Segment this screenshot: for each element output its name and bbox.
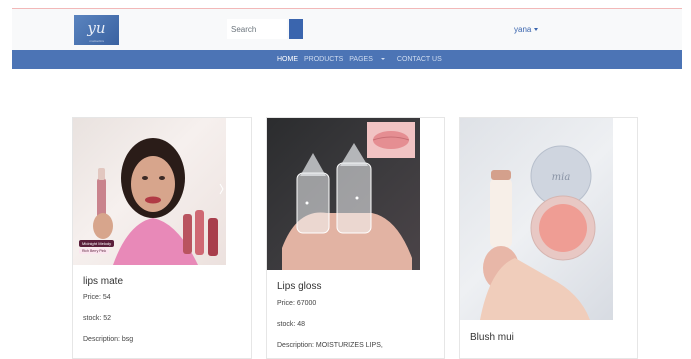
nav-products[interactable]: PRODUCTS [304,56,343,63]
main-navbar: HOME PRODUCTS PAGES CONTACT US [12,50,682,69]
product-stock: stock: 48 [277,321,306,328]
nav-pages[interactable]: PAGES [349,56,391,63]
product-stock: stock: 52 [83,315,112,322]
product-card[interactable]: Lips gloss Price: 67000 stock: 48 Descri… [266,117,445,359]
product-price: Price: 67000 [277,300,317,307]
chevron-down-icon [380,58,385,60]
image-badge: Midnight Melody [79,240,115,247]
user-name: yana [514,25,532,34]
chevron-down-icon [534,28,539,31]
product-card[interactable]: mia Blush mui [459,117,638,359]
nav-contact-us[interactable]: CONTACT US [397,56,442,63]
product-image[interactable]: mia [460,118,613,320]
logo-subtext: cosmetics [88,39,105,43]
search-input[interactable] [227,19,287,39]
product-title[interactable]: Blush mui [470,332,514,343]
search-button[interactable] [289,19,303,39]
nav-home[interactable]: HOME [277,56,298,63]
nav-pages-label: PAGES [349,56,373,63]
image-badge-sub: Rich Berry Pink [79,248,110,254]
product-title[interactable]: Lips gloss [277,281,321,292]
image-brand-text: mia [552,172,571,183]
logo-text: yu [87,19,106,37]
product-title[interactable]: lips mate [83,276,123,287]
product-description: Description: MOISTURIZES LIPS, [277,342,383,349]
brand-logo[interactable]: yu cosmetics [74,15,119,45]
product-image[interactable]: Midnight Melody Rich Berry Pink [73,118,226,265]
svg-text:mia: mia [552,172,571,183]
product-card[interactable]: Midnight Melody Rich Berry Pink lips mat… [72,117,252,359]
nav-menu: HOME PRODUCTS PAGES CONTACT US [277,56,448,63]
product-price: Price: 54 [83,294,111,301]
user-menu[interactable]: yana [514,25,539,34]
product-description: Description: bsg [83,336,134,343]
badge-title: Midnight Melody [82,241,112,246]
top-bar: yu cosmetics yana [12,9,682,50]
product-image[interactable] [267,118,420,270]
badge-subtitle: Rich Berry Pink [82,249,107,253]
